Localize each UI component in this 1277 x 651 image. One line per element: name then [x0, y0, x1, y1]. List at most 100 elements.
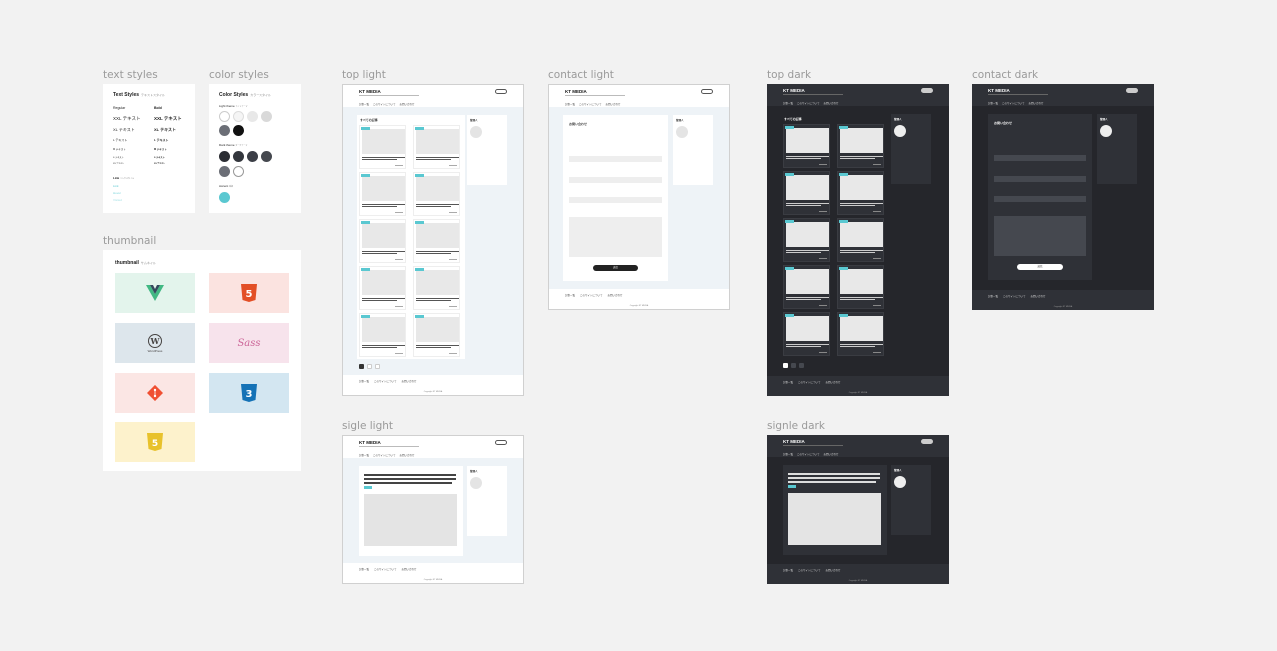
nav-item[interactable]: このサイトについて	[373, 102, 395, 106]
article-card[interactable]	[359, 172, 406, 216]
article-card[interactable]	[837, 312, 884, 356]
copyright: Copyright KT MEDIA	[1053, 306, 1073, 308]
thumb-git[interactable]	[115, 373, 195, 413]
article-card[interactable]	[837, 124, 884, 168]
submit-button[interactable]: 送信	[593, 265, 638, 271]
submit-button[interactable]: 送信	[1017, 264, 1063, 270]
article-card[interactable]	[783, 124, 830, 168]
signle-dark-frame[interactable]: KT MEDIA 記事一覧 このサイトについて お問い合わせ 管理人 記事一覧 …	[767, 435, 949, 584]
pagination-item[interactable]	[375, 364, 380, 369]
article-card[interactable]	[837, 218, 884, 262]
color-styles-title: Color Styles カラースタイル	[219, 92, 272, 98]
ts-row-xl: XL テキスト	[113, 127, 135, 132]
article-card[interactable]	[359, 219, 406, 263]
nav-item[interactable]: このサイトについて	[373, 453, 395, 457]
pagination-item[interactable]	[799, 363, 804, 368]
footer-nav-item[interactable]: 記事一覧	[359, 567, 369, 571]
footer-nav-item[interactable]: 記事一覧	[783, 568, 793, 572]
pagination-item[interactable]	[783, 363, 788, 368]
nav-item[interactable]: お問い合わせ	[399, 453, 414, 457]
text-styles-frame[interactable]: Text Styles テキストスタイル Regular Bold XXL テキス…	[103, 84, 195, 213]
nav-item[interactable]: 記事一覧	[359, 453, 369, 457]
footer-nav-item[interactable]: 記事一覧	[565, 293, 575, 297]
color-styles-frame[interactable]: Color Styles カラースタイル Light theme ライトテーマ D…	[209, 84, 301, 213]
footer-nav-item[interactable]: お問い合わせ	[607, 293, 622, 297]
nav-item[interactable]: 記事一覧	[783, 101, 793, 105]
nav-item[interactable]: 記事一覧	[565, 102, 575, 106]
article-card[interactable]	[413, 172, 460, 216]
field-message[interactable]	[994, 216, 1086, 256]
top-light-frame[interactable]: KT MEDIA 記事一覧 このサイトについて お問い合わせ すべての記事 管理…	[342, 84, 524, 396]
field-subject[interactable]	[994, 196, 1086, 202]
field-name[interactable]	[569, 156, 662, 162]
article-card[interactable]	[413, 266, 460, 310]
nav-item[interactable]: 記事一覧	[988, 101, 998, 105]
footer-nav-item[interactable]: このサイトについて	[374, 379, 396, 383]
article-card[interactable]	[837, 171, 884, 215]
article-card[interactable]	[413, 125, 460, 169]
thumb-sass[interactable]: Sass	[209, 323, 289, 363]
footer-nav-item[interactable]: お問い合わせ	[825, 568, 840, 572]
footer-nav-item[interactable]: このサイトについて	[374, 567, 396, 571]
footer-nav-item[interactable]: 記事一覧	[988, 294, 998, 298]
theme-toggle[interactable]	[701, 89, 713, 94]
thumb-js[interactable]: 5	[115, 422, 195, 462]
top-dark-frame[interactable]: KT MEDIA 記事一覧 このサイトについて お問い合わせ すべての記事 管理…	[767, 84, 949, 396]
footer-nav-item[interactable]: お問い合わせ	[401, 379, 416, 383]
nav-item[interactable]: 記事一覧	[783, 452, 793, 456]
article-card[interactable]	[837, 265, 884, 309]
theme-toggle[interactable]	[495, 89, 507, 94]
article-card[interactable]	[783, 171, 830, 215]
thumb-css3[interactable]: 3	[209, 373, 289, 413]
field-name[interactable]	[994, 155, 1086, 161]
nav-item[interactable]: お問い合わせ	[399, 102, 414, 106]
footer-nav-item[interactable]: このサイトについて	[798, 380, 820, 384]
field-email[interactable]	[569, 177, 662, 183]
nav-item[interactable]: このサイトについて	[797, 452, 819, 456]
article-card[interactable]	[359, 266, 406, 310]
theme-toggle[interactable]	[1126, 88, 1138, 93]
pagination-item[interactable]	[367, 364, 372, 369]
theme-toggle[interactable]	[921, 439, 933, 444]
card-title-line	[786, 203, 829, 204]
article-card[interactable]	[783, 312, 830, 356]
article-card[interactable]	[783, 265, 830, 309]
nav-item[interactable]: お問い合わせ	[1028, 101, 1043, 105]
nav-item[interactable]: お問い合わせ	[823, 101, 838, 105]
nav-item[interactable]: お問い合わせ	[605, 102, 620, 106]
footer-nav-item[interactable]: 記事一覧	[359, 379, 369, 383]
footer-nav-item[interactable]: このサイトについて	[580, 293, 602, 297]
footer-nav-item[interactable]: お問い合わせ	[825, 380, 840, 384]
nav-item[interactable]: お問い合わせ	[823, 452, 838, 456]
article-card[interactable]	[359, 125, 406, 169]
footer-nav-item[interactable]: このサイトについて	[798, 568, 820, 572]
nav-item[interactable]: このサイトについて	[797, 101, 819, 105]
nav-item[interactable]: このサイトについて	[1002, 101, 1024, 105]
field-email[interactable]	[994, 176, 1086, 182]
footer-nav-item[interactable]: 記事一覧	[783, 380, 793, 384]
pagination-item[interactable]	[359, 364, 364, 369]
theme-toggle[interactable]	[495, 440, 507, 445]
nav-item[interactable]: 記事一覧	[359, 102, 369, 106]
sigle-light-frame[interactable]: KT MEDIA 記事一覧 このサイトについて お問い合わせ 管理人 記事一覧 …	[342, 435, 524, 584]
article-card[interactable]	[359, 313, 406, 357]
copyright: Copyright KT MEDIA	[629, 305, 649, 307]
footer-nav-item[interactable]: このサイトについて	[1003, 294, 1025, 298]
thumbnail-frame[interactable]: thumbnail サムネイル 5 W WordPress Sass 3 5	[103, 250, 301, 471]
field-message[interactable]	[569, 217, 662, 257]
thumb-html5[interactable]: 5	[209, 273, 289, 313]
pagination-item[interactable]	[791, 363, 796, 368]
article-card[interactable]	[413, 313, 460, 357]
card-title-line	[840, 203, 883, 204]
contact-dark-frame[interactable]: KT MEDIA 記事一覧 このサイトについて お問い合わせ お問い合わせ 送信…	[972, 84, 1154, 310]
thumb-wordpress[interactable]: W WordPress	[115, 323, 195, 363]
nav-item[interactable]: このサイトについて	[579, 102, 601, 106]
footer-nav-item[interactable]: お問い合わせ	[401, 567, 416, 571]
article-card[interactable]	[783, 218, 830, 262]
contact-light-frame[interactable]: KT MEDIA 記事一覧 このサイトについて お問い合わせ お問い合わせ 送信…	[548, 84, 730, 310]
thumb-vue[interactable]	[115, 273, 195, 313]
theme-toggle[interactable]	[921, 88, 933, 93]
article-card[interactable]	[413, 219, 460, 263]
footer-nav-item[interactable]: お問い合わせ	[1030, 294, 1045, 298]
field-subject[interactable]	[569, 197, 662, 203]
